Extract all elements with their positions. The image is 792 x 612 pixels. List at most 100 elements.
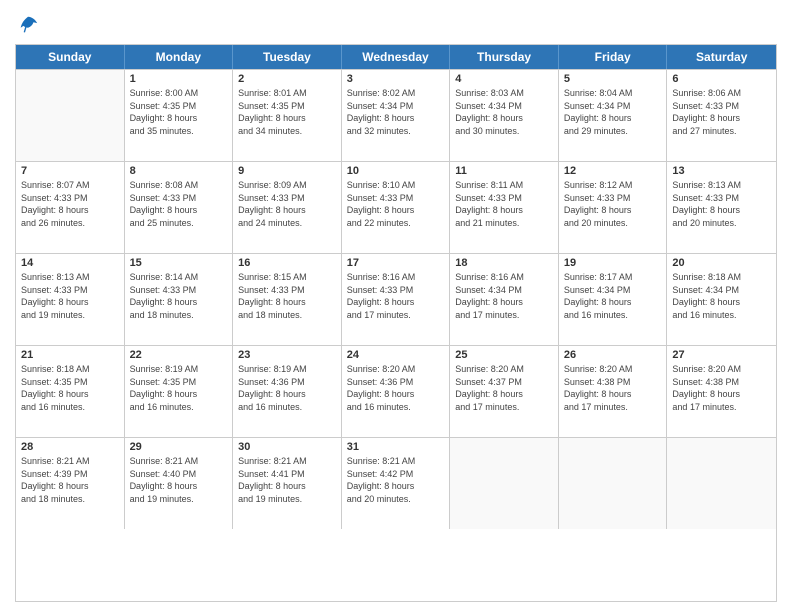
daylight-text: Daylight: 8 hoursand 16 minutes. [21,389,89,412]
day-number: 26 [564,349,662,361]
sunset-text: Sunset: 4:35 PM [130,377,197,387]
sunset-text: Sunset: 4:33 PM [21,285,88,295]
sunrise-text: Sunrise: 8:21 AM [130,456,199,466]
calendar-day-18: 18Sunrise: 8:16 AMSunset: 4:34 PMDayligh… [450,254,559,345]
sunrise-text: Sunrise: 8:13 AM [672,180,741,190]
sunrise-text: Sunrise: 8:20 AM [455,364,524,374]
calendar: SundayMondayTuesdayWednesdayThursdayFrid… [15,44,777,602]
day-info: Sunrise: 8:02 AMSunset: 4:34 PMDaylight:… [347,87,445,137]
day-info: Sunrise: 8:11 AMSunset: 4:33 PMDaylight:… [455,179,553,229]
daylight-text: Daylight: 8 hoursand 24 minutes. [238,205,306,228]
daylight-text: Daylight: 8 hoursand 19 minutes. [21,297,89,320]
day-number: 17 [347,257,445,269]
day-info: Sunrise: 8:10 AMSunset: 4:33 PMDaylight:… [347,179,445,229]
sunset-text: Sunset: 4:34 PM [347,101,414,111]
daylight-text: Daylight: 8 hoursand 16 minutes. [130,389,198,412]
logo [15,14,41,36]
daylight-text: Daylight: 8 hoursand 20 minutes. [347,481,415,504]
daylight-text: Daylight: 8 hoursand 17 minutes. [672,389,740,412]
sunset-text: Sunset: 4:33 PM [130,285,197,295]
day-info: Sunrise: 8:20 AM Sunset: 4:38 PM Daylight:… [672,363,771,413]
daylight-text: Daylight: 8 hoursand 25 minutes. [130,205,198,228]
daylight-text: Daylight: 8 hoursand 18 minutes. [21,481,89,504]
sunset-text: Sunset: 4:33 PM [455,193,522,203]
day-number: 3 [347,73,445,85]
day-info: Sunrise: 8:07 AMSunset: 4:33 PMDaylight:… [21,179,119,229]
day-info: Sunrise: 8:09 AMSunset: 4:33 PMDaylight:… [238,179,336,229]
sunset-text: Sunset: 4:36 PM [347,377,414,387]
sunrise-text: Sunrise: 8:18 AM [672,272,741,282]
calendar-week-4: 21Sunrise: 8:18 AMSunset: 4:35 PMDayligh… [16,345,776,437]
page-header [15,10,777,36]
calendar-day-14: 14Sunrise: 8:13 AMSunset: 4:33 PMDayligh… [16,254,125,345]
day-info: Sunrise: 8:00 AMSunset: 4:35 PMDaylight:… [130,87,228,137]
daylight-text: Daylight: 8 hoursand 27 minutes. [672,113,740,136]
day-number: 2 [238,73,336,85]
sunset-text: Sunset: 4:34 PM [672,285,739,295]
sunrise-text: Sunrise: 8:20 AM [672,364,741,374]
day-number: 31 [347,441,445,453]
calendar-day-12: 12Sunrise: 8:12 AMSunset: 4:33 PMDayligh… [559,162,668,253]
sunset-text: Sunset: 4:33 PM [672,101,739,111]
sunset-text: Sunset: 4:33 PM [347,285,414,295]
sunrise-text: Sunrise: 8:20 AM [564,364,633,374]
calendar-day-30: 30Sunrise: 8:21 AMSunset: 4:41 PMDayligh… [233,438,342,529]
sunset-text: Sunset: 4:38 PM [672,377,739,387]
day-info: Sunrise: 8:15 AMSunset: 4:33 PMDaylight:… [238,271,336,321]
calendar-day-9: 9Sunrise: 8:09 AMSunset: 4:33 PMDaylight… [233,162,342,253]
daylight-text: Daylight: 8 hoursand 16 minutes. [564,297,632,320]
day-number: 19 [564,257,662,269]
day-info: Sunrise: 8:18 AMSunset: 4:34 PMDaylight:… [672,271,771,321]
calendar-week-5: 28Sunrise: 8:21 AMSunset: 4:39 PMDayligh… [16,437,776,529]
day-info: Sunrise: 8:21 AMSunset: 4:41 PMDaylight:… [238,455,336,505]
calendar-day-29: 29Sunrise: 8:21 AMSunset: 4:40 PMDayligh… [125,438,234,529]
sunset-text: Sunset: 4:40 PM [130,469,197,479]
daylight-text: Daylight: 8 hoursand 17 minutes. [455,297,523,320]
day-info: Sunrise: 8:20 AMSunset: 4:36 PMDaylight:… [347,363,445,413]
sunset-text: Sunset: 4:42 PM [347,469,414,479]
calendar-day-11: 11Sunrise: 8:11 AMSunset: 4:33 PMDayligh… [450,162,559,253]
sunset-text: Sunset: 4:35 PM [130,101,197,111]
sunset-text: Sunset: 4:33 PM [347,193,414,203]
day-info: Sunrise: 8:03 AMSunset: 4:34 PMDaylight:… [455,87,553,137]
calendar-day-23: 23Sunrise: 8:19 AMSunset: 4:36 PMDayligh… [233,346,342,437]
calendar-day-10: 10Sunrise: 8:10 AMSunset: 4:33 PMDayligh… [342,162,451,253]
calendar-day-17: 17Sunrise: 8:16 AMSunset: 4:33 PMDayligh… [342,254,451,345]
sunset-text: Sunset: 4:33 PM [130,193,197,203]
sunrise-text: Sunrise: 8:14 AM [130,272,199,282]
sunrise-text: Sunrise: 8:19 AM [238,364,307,374]
day-number: 21 [21,349,119,361]
sunrise-text: Sunrise: 8:06 AM [672,88,741,98]
sunset-text: Sunset: 4:34 PM [455,285,522,295]
day-info: Sunrise: 8:19 AM Sunset: 4:35 PM Daylight:… [130,363,228,413]
day-header-wednesday: Wednesday [342,45,451,69]
calendar-day-28: 28Sunrise: 8:21 AMSunset: 4:39 PMDayligh… [16,438,125,529]
day-header-monday: Monday [125,45,234,69]
sunset-text: Sunset: 4:33 PM [564,193,631,203]
day-number: 6 [672,73,771,85]
sunrise-text: Sunrise: 8:21 AM [238,456,307,466]
calendar-day-6: 6 Sunrise: 8:06 AM Sunset: 4:33 PM Daylight… [667,70,776,161]
sunset-text: Sunset: 4:37 PM [455,377,522,387]
daylight-text: Daylight: 8 hoursand 35 minutes. [130,113,198,136]
day-header-saturday: Saturday [667,45,776,69]
day-number: 24 [347,349,445,361]
calendar-day-26: 26Sunrise: 8:20 AMSunset: 4:38 PMDayligh… [559,346,668,437]
day-info: Sunrise: 8:13 AMSunset: 4:33 PMDaylight:… [21,271,119,321]
calendar-day-3: 3 Sunrise: 8:02 AMSunset: 4:34 PMDaylight… [342,70,451,161]
calendar-day-7: 7Sunrise: 8:07 AMSunset: 4:33 PMDaylight… [16,162,125,253]
sunrise-text: Sunrise: 8:19 AM [130,364,199,374]
calendar-day-16: 16 Sunrise: 8:15 AMSunset: 4:33 PMDayligh… [233,254,342,345]
calendar-day-24: 24 Sunrise: 8:20 AMSunset: 4:36 PMDayligh… [342,346,451,437]
sunrise-text: Sunrise: 8:07 AM [21,180,90,190]
calendar-day-5: 5Sunrise: 8:04 AMSunset: 4:34 PMDaylight… [559,70,668,161]
day-info: Sunrise: 8:14 AMSunset: 4:33 PMDaylight:… [130,271,228,321]
day-number: 16 [238,257,336,269]
sunset-text: Sunset: 4:34 PM [455,101,522,111]
calendar-day-empty [667,438,776,529]
sunrise-text: Sunrise: 8:16 AM [347,272,416,282]
day-info: Sunrise: 8:21 AMSunset: 4:40 PMDaylight:… [130,455,228,505]
daylight-text: Daylight: 8 hoursand 34 minutes. [238,113,306,136]
calendar-day-21: 21Sunrise: 8:18 AMSunset: 4:35 PMDayligh… [16,346,125,437]
calendar-week-3: 14Sunrise: 8:13 AMSunset: 4:33 PMDayligh… [16,253,776,345]
